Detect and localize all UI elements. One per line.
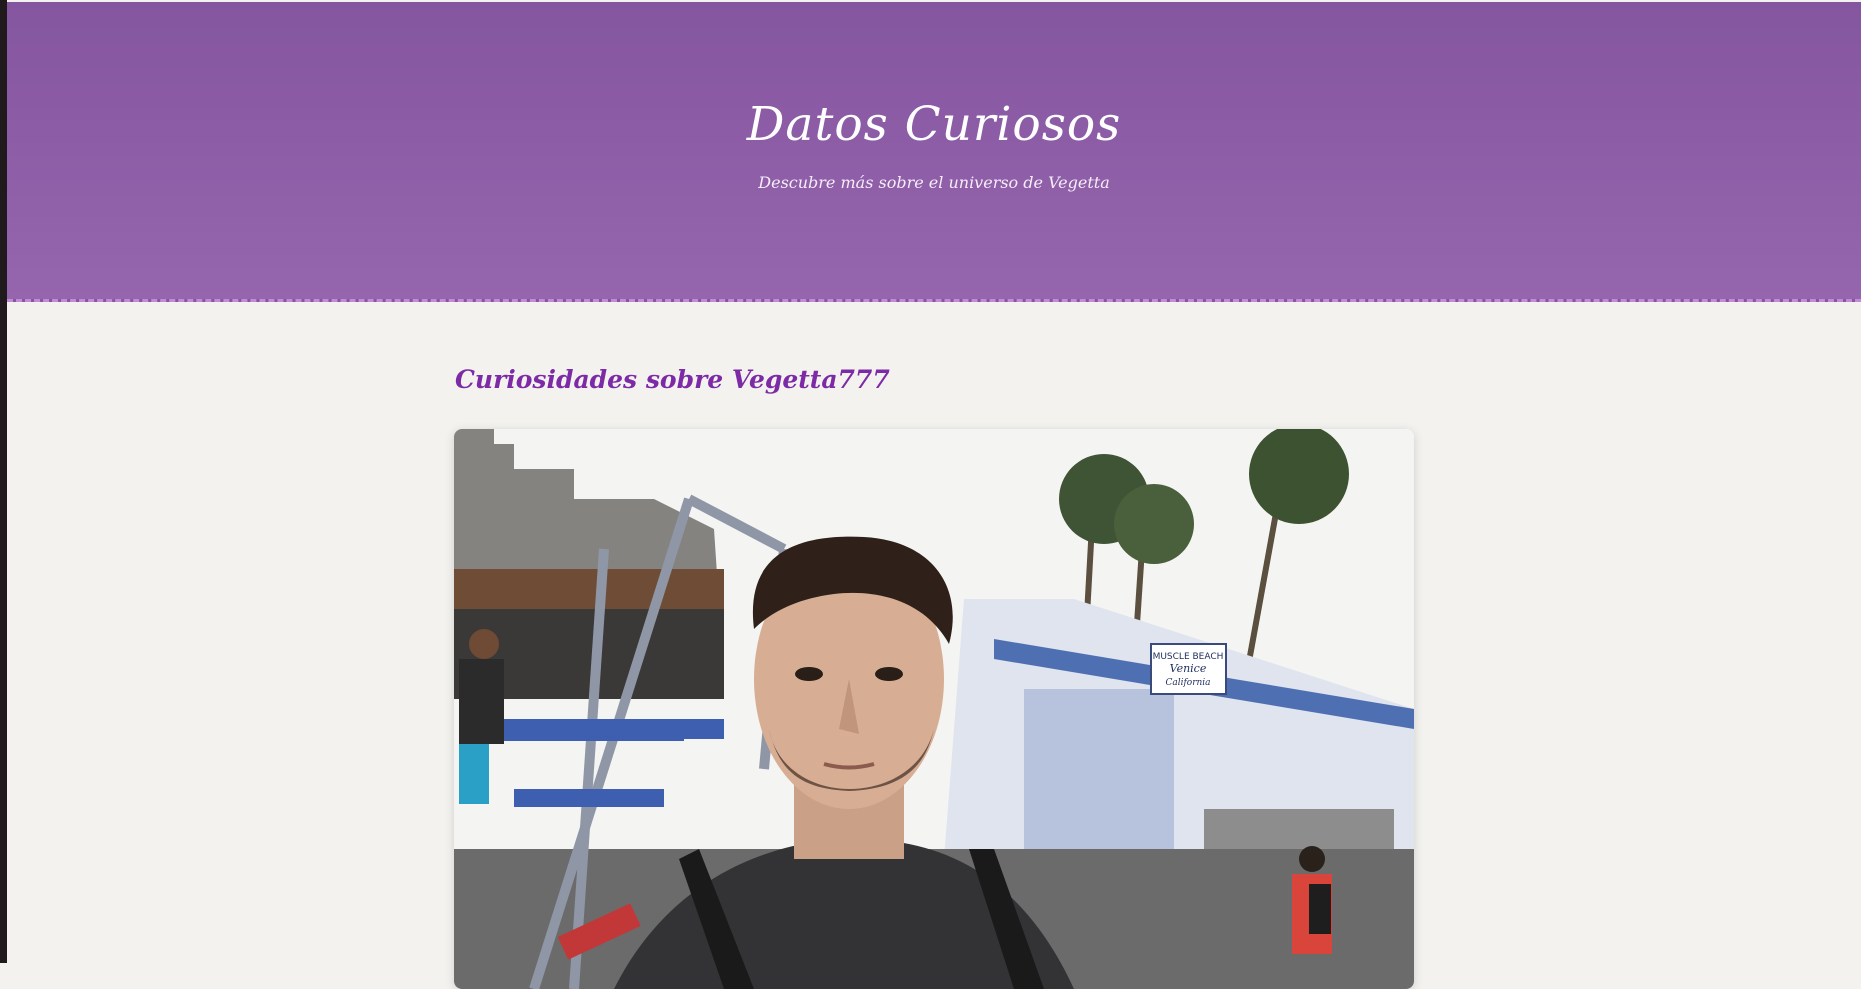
sign-line-3: California	[1165, 678, 1210, 688]
section-title: Curiosidades sobre Vegetta777	[455, 365, 890, 394]
photo-bench-3	[654, 719, 724, 739]
page-subtitle: Descubre más sobre el universo de Vegett…	[758, 173, 1110, 192]
page-header: Datos Curiosos Descubre más sobre el uni…	[7, 2, 1861, 302]
page-title: Datos Curiosos	[746, 97, 1122, 152]
photo-awning	[454, 569, 724, 609]
selfie-photo: MUSCLE BEACH Venice California	[454, 429, 1414, 989]
sign-line-2: Venice	[1170, 662, 1207, 675]
sign-line-1: MUSCLE BEACH	[1153, 652, 1224, 662]
photo-person-left-eye	[795, 667, 823, 681]
photo-bench-2	[514, 789, 664, 807]
photo-sign: MUSCLE BEACH Venice California	[1150, 643, 1227, 695]
window-left-edge	[0, 0, 7, 963]
main-content: Curiosidades sobre Vegetta777 MUSCLE BEA…	[454, 302, 1414, 989]
photo-person-right-eye	[875, 667, 903, 681]
photo-illustration: MUSCLE BEACH Venice California	[454, 429, 1414, 989]
